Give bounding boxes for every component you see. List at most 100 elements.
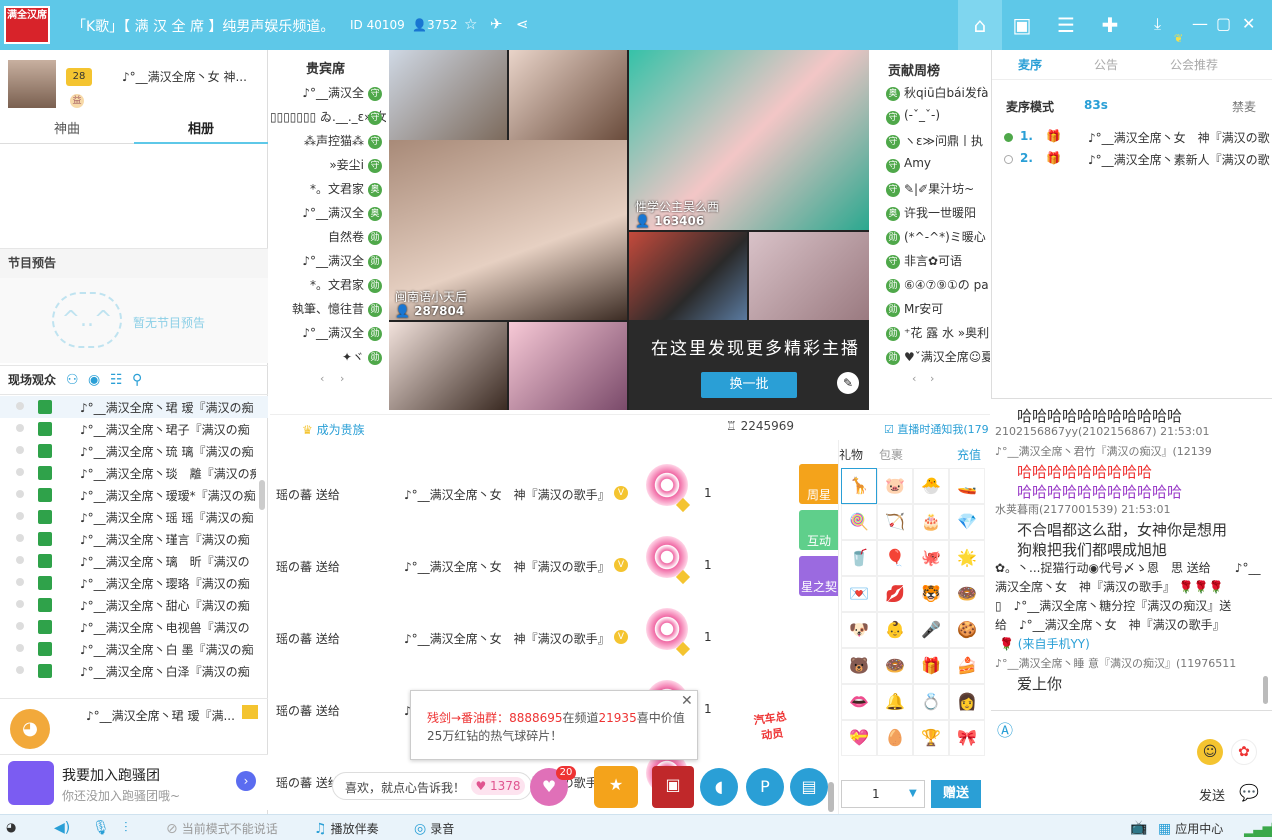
gift-cell[interactable]: 🥚: [877, 720, 913, 756]
vip-item[interactable]: ▯▯▯▯▯▯▯ ゐ.__._ε» 女守: [270, 108, 386, 132]
tv-icon[interactable]: 📺: [1130, 820, 1151, 836]
contribution-item[interactable]: 守 ✎|✐果汁坊~: [870, 180, 990, 204]
vip-item[interactable]: 執筆、憶往昔勋: [270, 300, 386, 324]
vip-item[interactable]: ♪°__满汉全奥: [270, 204, 386, 228]
star-box-icon[interactable]: ★: [594, 766, 638, 808]
contribution-item[interactable]: 守非言✿可语: [870, 252, 990, 276]
gift-cell[interactable]: 🎈: [877, 540, 913, 576]
vip-item[interactable]: 自然卷勋: [270, 228, 386, 252]
tab-songs[interactable]: 神曲: [0, 116, 134, 144]
chat-scrollbar[interactable]: [1263, 676, 1268, 704]
vip-item[interactable]: ✦ヾ勋: [270, 348, 386, 372]
plane-icon[interactable]: ✈: [490, 15, 503, 33]
treasure-chest-icon[interactable]: ▣: [652, 766, 694, 808]
gift-cell[interactable]: 🎀: [949, 720, 985, 756]
tab-bag[interactable]: 包裹: [879, 446, 903, 463]
chevron-right-icon[interactable]: ›: [236, 771, 256, 791]
gift-feed-scrollbar[interactable]: [828, 782, 834, 812]
vip-item[interactable]: *。文君家奥: [270, 180, 386, 204]
notify-checkbox[interactable]: ☑ 直播时通知我(179: [884, 421, 989, 437]
video-tile-3[interactable]: 闽南语小天后 👤 287804: [389, 140, 627, 320]
contribution-item[interactable]: 勋 (*^-^*)ミ暖心: [870, 228, 990, 252]
vip-item[interactable]: ⁂声控猫⁂ 守: [270, 132, 386, 156]
contribution-item[interactable]: 守 Amy: [870, 156, 990, 180]
gift-cell[interactable]: 🍩: [949, 576, 985, 612]
list-icon[interactable]: ☰: [1044, 0, 1088, 50]
gift-cell[interactable]: 💍: [913, 684, 949, 720]
send-button[interactable]: 发送: [1199, 785, 1225, 804]
equalizer-icon[interactable]: ⫶: [124, 820, 132, 836]
audience-item[interactable]: ♪°__满汉全席丶珺子『满汉の痴: [0, 418, 268, 440]
download-icon[interactable]: ⤓: [1154, 14, 1161, 34]
gift-cell[interactable]: 👄: [841, 684, 877, 720]
join-group-bar[interactable]: 我要加入跑骚团 你还没加入跑骚团哦~ ›: [0, 754, 268, 810]
recharge-link[interactable]: 充值: [957, 446, 981, 463]
video-tile-2[interactable]: [509, 50, 627, 140]
gift-cell[interactable]: 🐷: [877, 468, 913, 504]
close-icon[interactable]: ✕: [681, 693, 693, 709]
gift-cell[interactable]: 🐯: [913, 576, 949, 612]
contribution-item[interactable]: 奥许我一世暖阳: [870, 204, 990, 228]
queue-item[interactable]: 1. 🎁 ♪°__满汉全席丶女 神『满汉の歌: [1004, 128, 1272, 148]
home-icon[interactable]: ⌂: [958, 0, 1002, 50]
contribution-item[interactable]: 勋 Mr安可: [870, 300, 990, 324]
star-contract-button[interactable]: 星之契约: [799, 556, 839, 611]
gift-cell[interactable]: 🐻: [841, 648, 877, 684]
tab-gift[interactable]: 礼物: [839, 446, 863, 463]
audience-item[interactable]: ♪°__满汉全席丶瑷瑷*『满汉の痴: [0, 484, 268, 506]
tab-queue[interactable]: 麦序: [1018, 56, 1042, 73]
gift-box-icon[interactable]: 🎁: [1046, 129, 1061, 143]
gift-cell[interactable]: 🐶: [841, 612, 877, 648]
prev-page-icon[interactable]: ‹: [320, 372, 324, 385]
gift-cell[interactable]: 🌟: [949, 540, 985, 576]
video-tile-7[interactable]: [389, 322, 507, 410]
ad-stamp[interactable]: 汽车总动员: [748, 707, 794, 743]
sprout-icon[interactable]: ❦: [1174, 32, 1183, 45]
raccoon-icon[interactable]: ◕: [6, 820, 16, 834]
audience-item[interactable]: ♪°__满汉全席丶琰 離『满汉の痴: [0, 462, 268, 484]
close-icon[interactable]: ✕: [1242, 14, 1255, 33]
gift-box-icon[interactable]: 🎁: [1046, 151, 1061, 165]
audience-item[interactable]: ♪°__满汉全席丶白 墨『满汉の痴: [0, 638, 268, 660]
prev-page-icon[interactable]: ‹: [912, 372, 916, 385]
gift-cell[interactable]: 💎: [949, 504, 985, 540]
gift-cell[interactable]: 🍩: [877, 648, 913, 684]
video-tile-featured[interactable]: 性学公主吴么西 👤 163406: [629, 50, 869, 230]
weekly-star-button[interactable]: 周星: [799, 464, 839, 504]
profile-card-icon[interactable]: ▣: [1000, 0, 1044, 50]
host-avatar[interactable]: [8, 60, 56, 108]
person-icon[interactable]: ⚇: [66, 366, 79, 394]
gift-cell[interactable]: 💝: [841, 720, 877, 756]
gift-cell[interactable]: 🎤: [913, 612, 949, 648]
list-edit-icon[interactable]: ☷: [110, 366, 123, 394]
next-page-icon[interactable]: ›: [340, 372, 344, 385]
minimize-icon[interactable]: —: [1192, 14, 1208, 33]
vip-item[interactable]: *。文君家勋: [270, 276, 386, 300]
gift-cell[interactable]: 🍪: [949, 612, 985, 648]
contribution-item[interactable]: 守 (-ˇ_ˇ-): [870, 108, 990, 132]
audience-scrollbar[interactable]: [259, 480, 265, 510]
speaker-icon[interactable]: ◀): [54, 820, 74, 836]
maximize-icon[interactable]: ▢: [1216, 14, 1231, 33]
gamepad-icon[interactable]: ✚: [1088, 0, 1132, 50]
send-gift-button[interactable]: 赠送: [931, 780, 981, 808]
gift-cell[interactable]: 🦒: [841, 468, 877, 504]
mascot-tag-icon[interactable]: [242, 705, 258, 719]
gift-cell[interactable]: 🏆: [913, 720, 949, 756]
audience-item[interactable]: ♪°__满汉全席丶琉 璃『满汉の痴: [0, 440, 268, 462]
tab-guild-recommend[interactable]: 公会推荐: [1170, 56, 1218, 73]
raccoon-mascot-icon[interactable]: ◕: [10, 709, 50, 749]
gift-cell[interactable]: 🍭: [841, 504, 877, 540]
document-icon[interactable]: ▤: [790, 768, 828, 806]
gift-cell[interactable]: 🐙: [913, 540, 949, 576]
gift-cell[interactable]: 🎂: [913, 504, 949, 540]
flower-icon[interactable]: ✿: [1231, 739, 1257, 765]
audience-item[interactable]: ♪°__满汉全席丶白泽『满汉の痴: [0, 660, 268, 682]
gift-cell[interactable]: 💌: [841, 576, 877, 612]
vip-item[interactable]: ♪°__满汉全守: [270, 84, 386, 108]
gift-cell[interactable]: 💋: [877, 576, 913, 612]
gift-cell[interactable]: 🏹: [877, 504, 913, 540]
gift-cell[interactable]: 🎁: [913, 648, 949, 684]
share-icon[interactable]: ⋖: [516, 15, 529, 33]
search-icon[interactable]: ⚲: [132, 366, 142, 394]
